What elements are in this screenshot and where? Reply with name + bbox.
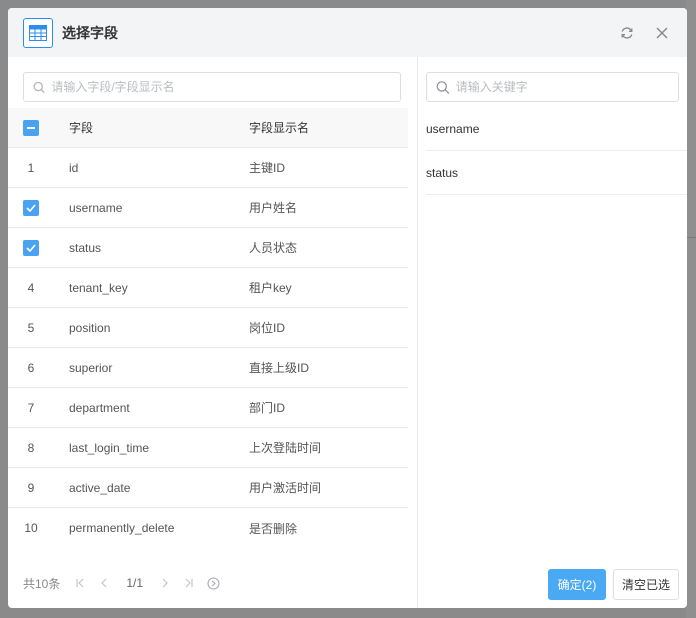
table-row[interactable]: 9 active_date 用户激活时间: [8, 468, 408, 508]
keyword-search[interactable]: [426, 72, 679, 102]
table-row[interactable]: 5 position 岗位ID: [8, 308, 408, 348]
row-index: 4: [27, 280, 35, 295]
row-display-name: 租户key: [249, 281, 292, 295]
check-icon: [26, 203, 36, 212]
row-display-name: 岗位ID: [249, 321, 286, 335]
clear-selection-button[interactable]: 清空已选: [613, 569, 679, 600]
row-field: active_date: [69, 480, 131, 495]
select-field-dialog: 选择字段 请输入字段/字段显示名 字段 字段显示名 1 id 主键ID user…: [8, 8, 687, 608]
row-display-name: 人员状态: [249, 241, 298, 255]
row-display-name: 部门ID: [249, 401, 286, 415]
table-row[interactable]: 4 tenant_key 租户key: [8, 268, 408, 308]
background-divider: [686, 237, 696, 238]
row-checkbox[interactable]: [23, 239, 39, 256]
refresh-icon[interactable]: [618, 24, 636, 42]
first-page-icon[interactable]: [72, 575, 88, 591]
table-icon: [23, 17, 53, 48]
pagination: 共10条 1/1: [23, 573, 229, 593]
selected-list: username status: [426, 107, 687, 195]
selected-pane: username status 确定(2) 清空已选: [418, 57, 687, 608]
table-row[interactable]: 10 permanently_delete 是否删除: [8, 508, 408, 548]
row-index: 9: [27, 480, 35, 495]
selected-item[interactable]: status: [426, 151, 687, 195]
row-field: department: [69, 400, 130, 415]
row-display-name: 用户姓名: [249, 201, 298, 215]
check-icon: [26, 243, 36, 252]
row-field: status: [69, 240, 102, 255]
row-index: 10: [24, 521, 38, 535]
row-index: 6: [27, 360, 35, 375]
row-display-name: 直接上级ID: [249, 361, 310, 375]
row-field: permanently_delete: [69, 521, 175, 535]
row-field: position: [69, 320, 111, 335]
selected-item[interactable]: username: [426, 107, 687, 151]
table-row[interactable]: status 人员状态: [8, 228, 408, 268]
prev-page-icon[interactable]: [96, 575, 112, 591]
table-row[interactable]: 7 department 部门ID: [8, 388, 408, 428]
row-field: last_login_time: [69, 440, 150, 455]
pagination-current: 1/1: [126, 576, 144, 590]
close-icon[interactable]: [653, 24, 671, 42]
pagination-total: 共10条: [23, 576, 61, 591]
dialog-body: 字段 字段显示名 1 id 主键ID username 用户姓名 status 人员状态 4 t…: [8, 57, 687, 608]
row-field: id: [69, 160, 79, 175]
dialog-header: 选择字段: [8, 8, 687, 57]
row-index: 1: [27, 160, 35, 175]
row-field: superior: [69, 360, 113, 375]
table-body: 1 id 主键ID username 用户姓名 status 人员状态 4 tenant_key…: [8, 148, 408, 548]
keyword-search-input[interactable]: [455, 80, 678, 94]
table-row[interactable]: 8 last_login_time 上次登陆时间: [8, 428, 408, 468]
background-app: [686, 0, 696, 618]
row-field: tenant_key: [69, 280, 128, 295]
row-display-name: 是否删除: [249, 521, 298, 536]
row-checkbox[interactable]: [23, 199, 39, 216]
column-header-display: 字段显示名: [249, 121, 310, 135]
row-display-name: 用户激活时间: [249, 481, 322, 495]
row-index: 8: [27, 440, 35, 455]
last-page-icon[interactable]: [181, 575, 197, 591]
confirm-button[interactable]: 确定(2): [548, 569, 606, 600]
search-icon: [436, 80, 450, 94]
field-list-pane: 字段 字段显示名 1 id 主键ID username 用户姓名 status 人员状态 4 t…: [8, 57, 417, 608]
next-page-icon[interactable]: [157, 575, 173, 591]
table-row[interactable]: username 用户姓名: [8, 188, 408, 228]
goto-page-icon[interactable]: [205, 575, 221, 591]
column-header-field: 字段: [69, 121, 94, 135]
dialog-title: 选择字段: [62, 24, 118, 41]
table-row[interactable]: 1 id 主键ID: [8, 148, 408, 188]
search-icon: [33, 81, 45, 93]
row-display-name: 主键ID: [249, 161, 286, 175]
field-search[interactable]: [23, 72, 401, 102]
field-table: 字段 字段显示名 1 id 主键ID username 用户姓名 status 人员状态 4 t…: [8, 108, 408, 548]
row-index: 5: [27, 320, 35, 335]
select-all-checkbox[interactable]: [23, 119, 39, 136]
table-header: 字段 字段显示名: [8, 108, 408, 148]
row-index: 7: [27, 400, 35, 415]
table-row[interactable]: 6 superior 直接上级ID: [8, 348, 408, 388]
row-field: username: [69, 200, 123, 215]
row-display-name: 上次登陆时间: [249, 441, 322, 455]
field-search-input[interactable]: [51, 80, 400, 94]
